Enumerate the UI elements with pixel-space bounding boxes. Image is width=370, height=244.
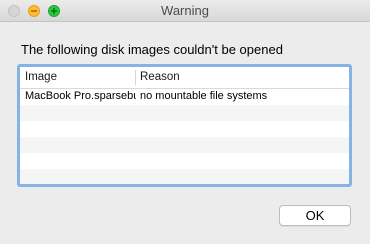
- table-row[interactable]: [20, 121, 349, 137]
- disk-images-table[interactable]: Image Reason MacBook Pro.sparsebu no mou…: [17, 64, 352, 187]
- column-header-image[interactable]: Image: [25, 71, 57, 83]
- table-row[interactable]: [20, 105, 349, 121]
- table-body: MacBook Pro.sparsebu no mountable file s…: [20, 89, 349, 184]
- table-row[interactable]: [20, 169, 349, 184]
- ok-button[interactable]: OK: [279, 205, 351, 226]
- table-header: Image Reason: [20, 67, 349, 89]
- cell-image: MacBook Pro.sparsebu: [25, 90, 136, 102]
- table-row[interactable]: [20, 153, 349, 169]
- warning-window: Warning The following disk images couldn…: [0, 0, 370, 244]
- title-bar: Warning: [0, 0, 370, 22]
- table-row[interactable]: [20, 137, 349, 153]
- window-title: Warning: [161, 3, 209, 18]
- column-divider[interactable]: [135, 70, 136, 85]
- cell-reason: no mountable file systems: [140, 90, 268, 102]
- table-row[interactable]: MacBook Pro.sparsebu no mountable file s…: [20, 89, 349, 105]
- column-header-reason[interactable]: Reason: [140, 71, 180, 83]
- dialog-message: The following disk images couldn't be op…: [21, 42, 283, 57]
